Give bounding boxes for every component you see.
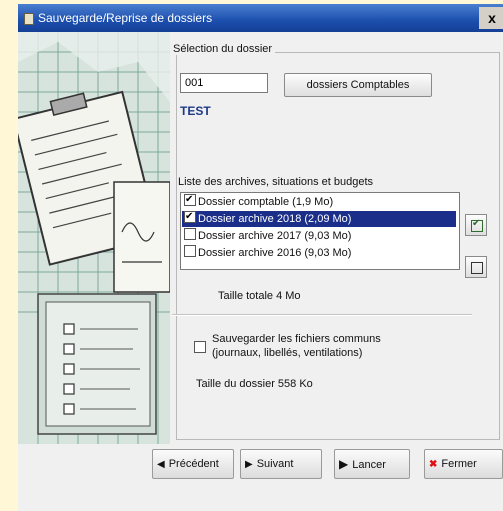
illustration — [18, 32, 170, 444]
list-item-checkbox[interactable] — [184, 192, 196, 208]
list-item[interactable]: Dossier archive 2016 (9,03 Mo) — [182, 245, 456, 261]
launch-button-label: Lancer — [352, 459, 386, 471]
close-dialog-button[interactable]: ✖ Fermer — [424, 449, 503, 479]
app-icon — [24, 13, 34, 25]
uncheck-all-button[interactable] — [465, 256, 487, 278]
list-item[interactable]: Dossier archive 2018 (2,09 Mo) — [182, 209, 456, 227]
uncheck-all-icon — [471, 262, 483, 274]
archives-list-label: Liste des archives, situations et budget… — [178, 176, 374, 188]
arrow-right-icon: ▶ — [245, 459, 253, 470]
window-title: Sauvegarde/Reprise de dossiers — [38, 11, 213, 25]
close-x-icon: ✖ — [429, 459, 438, 470]
list-item-checkbox[interactable] — [184, 245, 196, 257]
common-files-label-line2: (journaux, libellés, ventilations) — [212, 347, 363, 359]
list-item-label: Dossier archive 2017 (9,03 Mo) — [198, 230, 352, 242]
total-size-label: Taille totale 4 Mo — [218, 290, 301, 302]
dossier-size-label: Taille du dossier 558 Ko — [196, 378, 313, 390]
play-icon: ▶ — [339, 457, 349, 471]
title-bar: Sauvegarde/Reprise de dossiers x — [18, 4, 503, 32]
separator — [172, 314, 472, 316]
check-all-button[interactable] — [465, 214, 487, 236]
previous-button[interactable]: ◀ Précédent — [152, 449, 234, 479]
list-item-label: Dossier archive 2016 (9,03 Mo) — [198, 247, 352, 259]
close-dialog-button-label: Fermer — [441, 458, 477, 470]
previous-button-label: Précédent — [168, 458, 219, 470]
dossiers-comptables-button[interactable]: dossiers Comptables — [284, 73, 432, 97]
common-files-checkbox[interactable] — [194, 341, 206, 353]
list-item-checkbox[interactable] — [184, 228, 196, 240]
common-files-label: Sauvegarder les fichiers communs (journa… — [212, 332, 381, 360]
list-item-label: Dossier archive 2018 (2,09 Mo) — [198, 213, 352, 225]
check-all-icon — [471, 218, 483, 232]
dossier-number-input[interactable] — [180, 73, 268, 93]
list-item[interactable]: Dossier archive 2017 (9,03 Mo) — [182, 228, 456, 244]
common-files-label-line1: Sauvegarder les fichiers communs — [212, 333, 381, 345]
list-item[interactable]: Dossier comptable (1,9 Mo) — [182, 192, 456, 210]
next-button-label: Suivant — [256, 458, 294, 470]
documents-illustration — [18, 32, 170, 444]
arrow-left-icon: ◀ — [157, 459, 165, 470]
close-button[interactable]: x — [479, 7, 503, 29]
archives-listbox[interactable]: Dossier comptable (1,9 Mo) Dossier archi… — [180, 192, 460, 270]
next-button[interactable]: ▶ Suivant — [240, 449, 322, 479]
list-item-checkbox[interactable] — [184, 209, 196, 225]
list-item-label: Dossier comptable (1,9 Mo) — [198, 196, 334, 208]
dossier-name: TEST — [180, 104, 211, 118]
selection-group-legend: Sélection du dossier — [170, 43, 276, 55]
launch-button[interactable]: ▶ Lancer — [334, 449, 410, 479]
